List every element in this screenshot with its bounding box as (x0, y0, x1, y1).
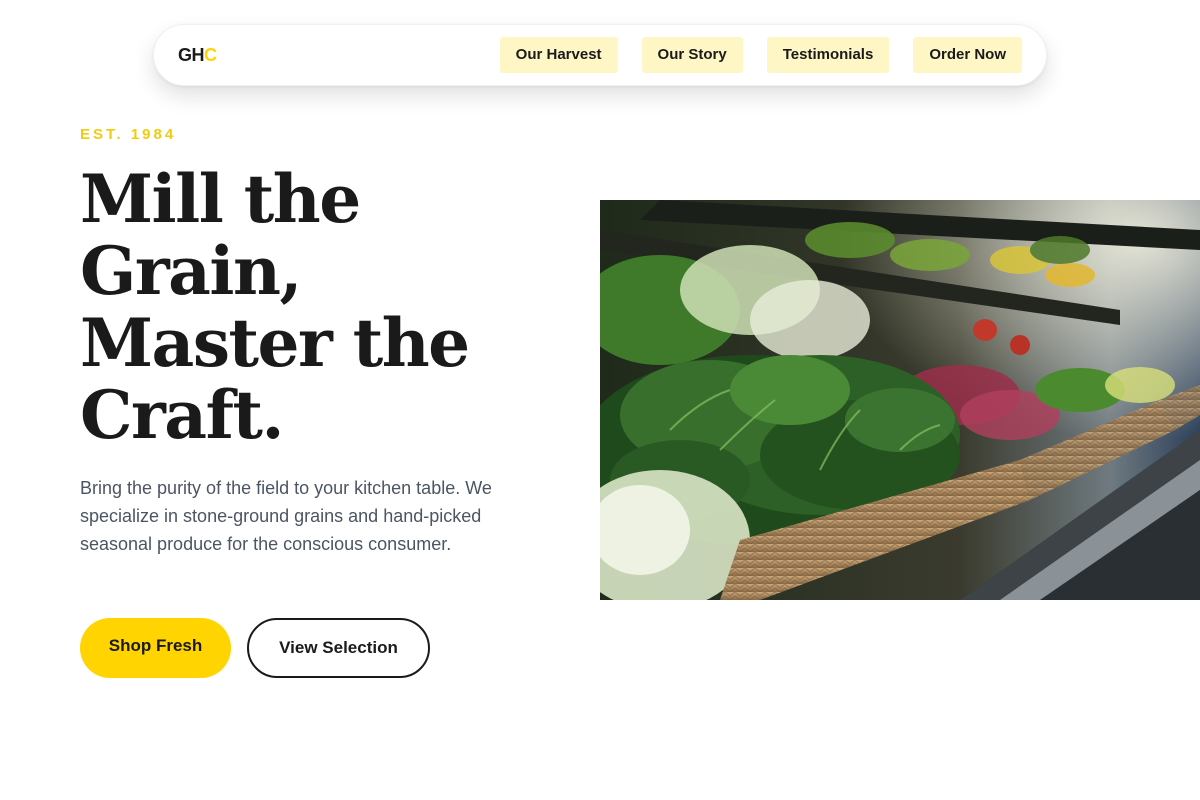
shop-fresh-button[interactable]: Shop Fresh (80, 618, 231, 678)
hero-headline: Mill the Grain, Master the Craft. (80, 160, 470, 454)
nav-link-our-story[interactable]: Our Story (641, 37, 743, 73)
nav-link-testimonials[interactable]: Testimonials (766, 37, 890, 73)
hero-eyebrow: EST. 1984 (80, 126, 177, 143)
site-logo[interactable]: GHC (178, 45, 217, 65)
hero-description: Bring the purity of the field to your ki… (80, 478, 492, 554)
view-selection-button[interactable]: View Selection (247, 618, 430, 678)
logo-text: GH (178, 45, 205, 65)
nav-links: Our Harvest Our Story Testimonials Order… (499, 37, 1022, 73)
hero-produce-image (600, 200, 1200, 600)
nav-link-order-now[interactable]: Order Now (913, 37, 1022, 73)
produce-photo-illustration (600, 200, 1200, 600)
top-navbar: GHC Our Harvest Our Story Testimonials O… (153, 24, 1047, 86)
nav-link-our-harvest[interactable]: Our Harvest (499, 37, 618, 73)
logo-accent-text: C (204, 45, 217, 65)
